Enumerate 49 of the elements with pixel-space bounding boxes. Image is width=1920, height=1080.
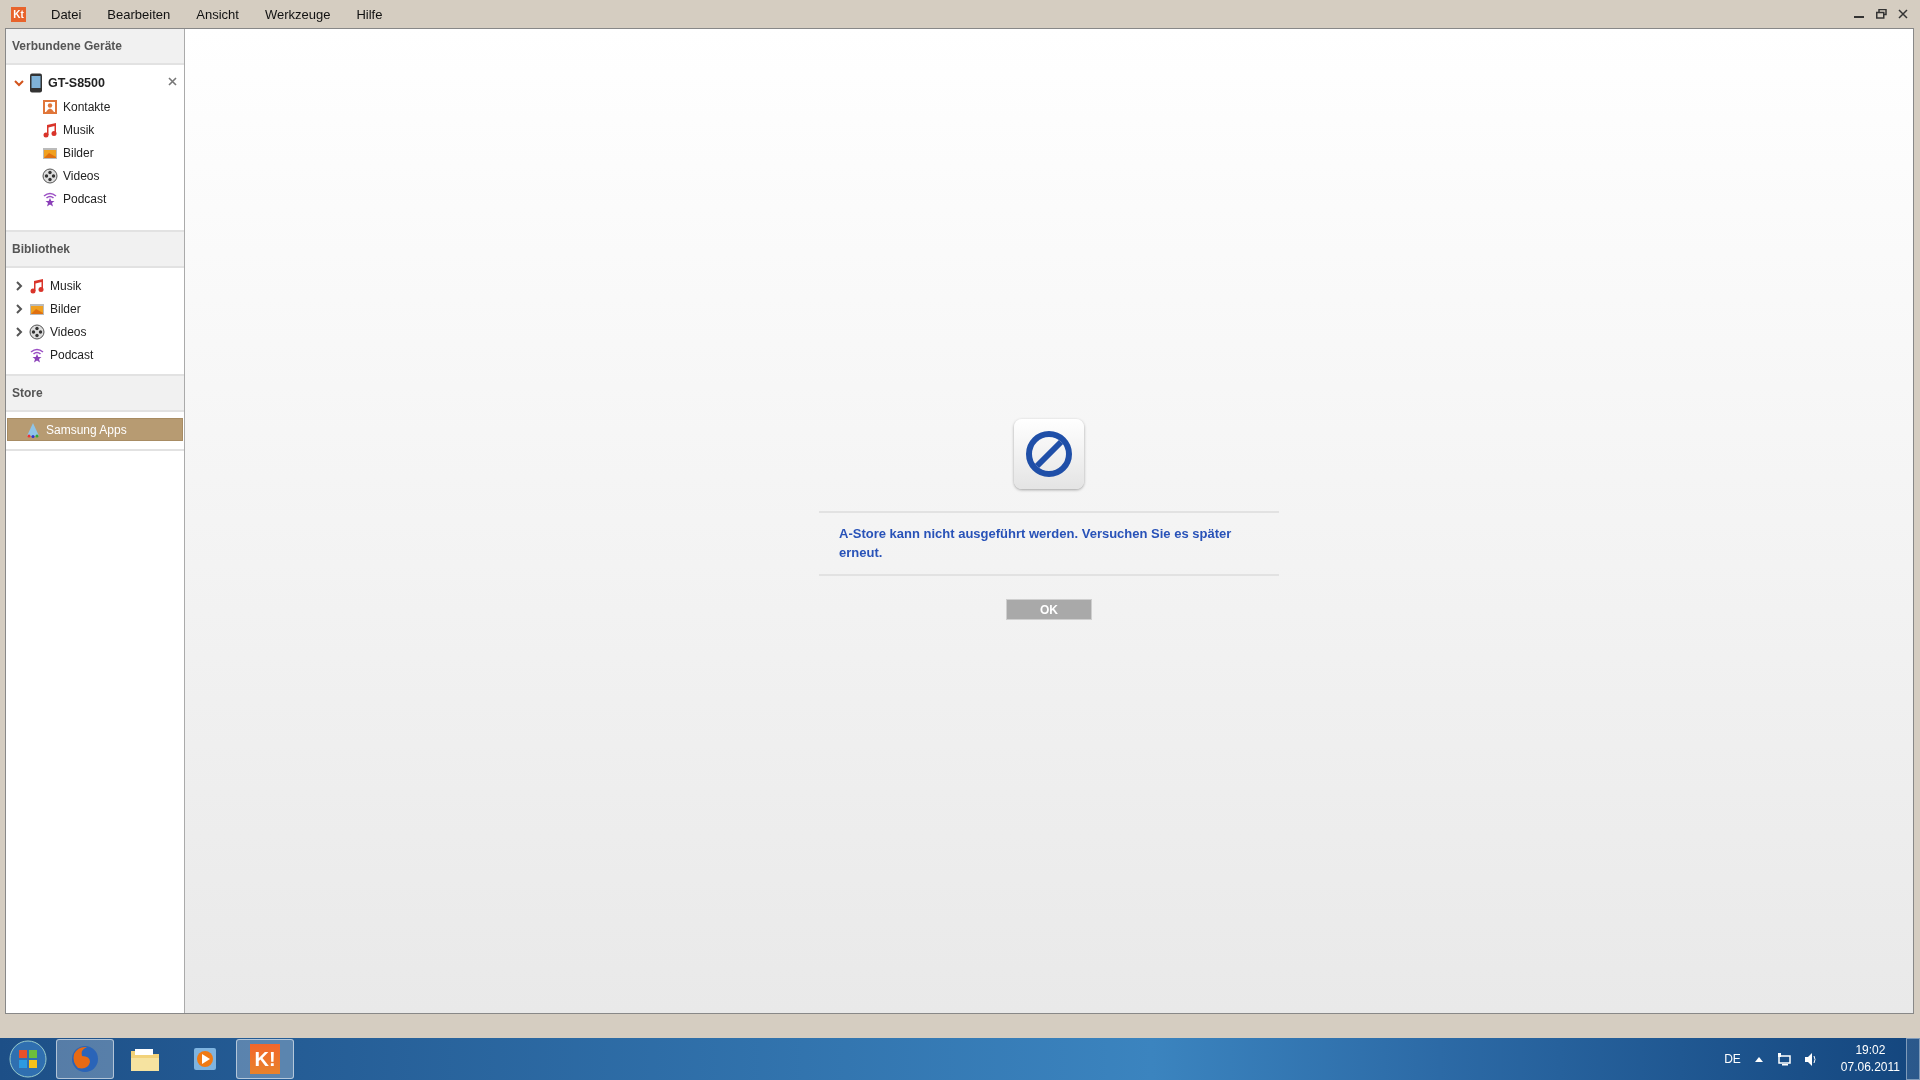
sidebar-item[interactable]: Musik	[6, 118, 184, 141]
show-desktop-button[interactable]	[1906, 1038, 1920, 1080]
speaker-icon[interactable]	[1804, 1052, 1817, 1066]
close-icon[interactable]	[168, 77, 177, 86]
collapsed-chevron-icon[interactable]	[14, 280, 24, 291]
sidebar-item[interactable]: Videos	[6, 164, 184, 187]
menu-item[interactable]: Datei	[38, 6, 95, 22]
clock-date[interactable]: 07.06.2011	[1840, 1059, 1900, 1076]
collapsed-chevron-icon[interactable]	[14, 303, 24, 314]
film-reel-icon	[42, 167, 58, 184]
close-button[interactable]	[1898, 9, 1908, 19]
menu-item[interactable]: Ansicht	[183, 6, 252, 22]
play-button-icon	[191, 1045, 219, 1073]
error-message: A-Store kann nicht ausgeführt werden. Versuchen Sie es später erneut.	[839, 525, 1233, 562]
clock-time[interactable]: 19:02	[1855, 1042, 1886, 1059]
browser-globe-icon	[70, 1044, 100, 1074]
section-title: Bibliothek	[12, 242, 70, 256]
podcast-icon	[42, 190, 58, 207]
section-title: Verbundene Geräte	[12, 39, 123, 53]
sidebar-item[interactable]: Podcast	[6, 343, 184, 366]
menu-item[interactable]: Bearbeiten	[94, 6, 184, 22]
music-note-icon	[42, 121, 58, 138]
prohibited-icon	[1014, 419, 1084, 489]
app-logo-icon: K!	[250, 1044, 280, 1074]
menu-item[interactable]: Hilfe	[343, 6, 396, 22]
network-icon[interactable]	[1776, 1052, 1791, 1066]
collapsed-chevron-icon[interactable]	[14, 326, 24, 337]
taskbar-button[interactable]	[56, 1039, 114, 1079]
contact-card-icon	[42, 98, 58, 115]
start-button[interactable]	[6, 1039, 50, 1079]
music-note-icon	[29, 277, 45, 294]
menu-item[interactable]: Werkzeuge	[251, 6, 344, 22]
language-indicator[interactable]: DE	[1724, 1052, 1741, 1066]
device-item[interactable]: GT-S8500	[6, 71, 184, 95]
sidebar-item[interactable]: Kontakte	[6, 95, 184, 118]
up-arrow-icon[interactable]	[1754, 1056, 1763, 1062]
app-logo: Kt	[11, 6, 26, 22]
restore-button[interactable]	[1875, 9, 1887, 19]
podcast-icon	[29, 346, 45, 363]
sidebar-item[interactable]: Musik	[6, 274, 184, 297]
sidebar-item[interactable]: Videos	[6, 320, 184, 343]
sidebar-item[interactable]: Bilder	[6, 141, 184, 164]
sidebar-item[interactable]: Bilder	[6, 297, 184, 320]
section-title: Store	[12, 386, 43, 400]
triangle-app-icon	[25, 421, 41, 438]
expanded-chevron-icon[interactable]	[14, 78, 24, 88]
sidebar-item[interactable]: Podcast	[6, 187, 184, 210]
film-reel-icon	[29, 323, 45, 340]
phone-icon	[29, 73, 43, 93]
